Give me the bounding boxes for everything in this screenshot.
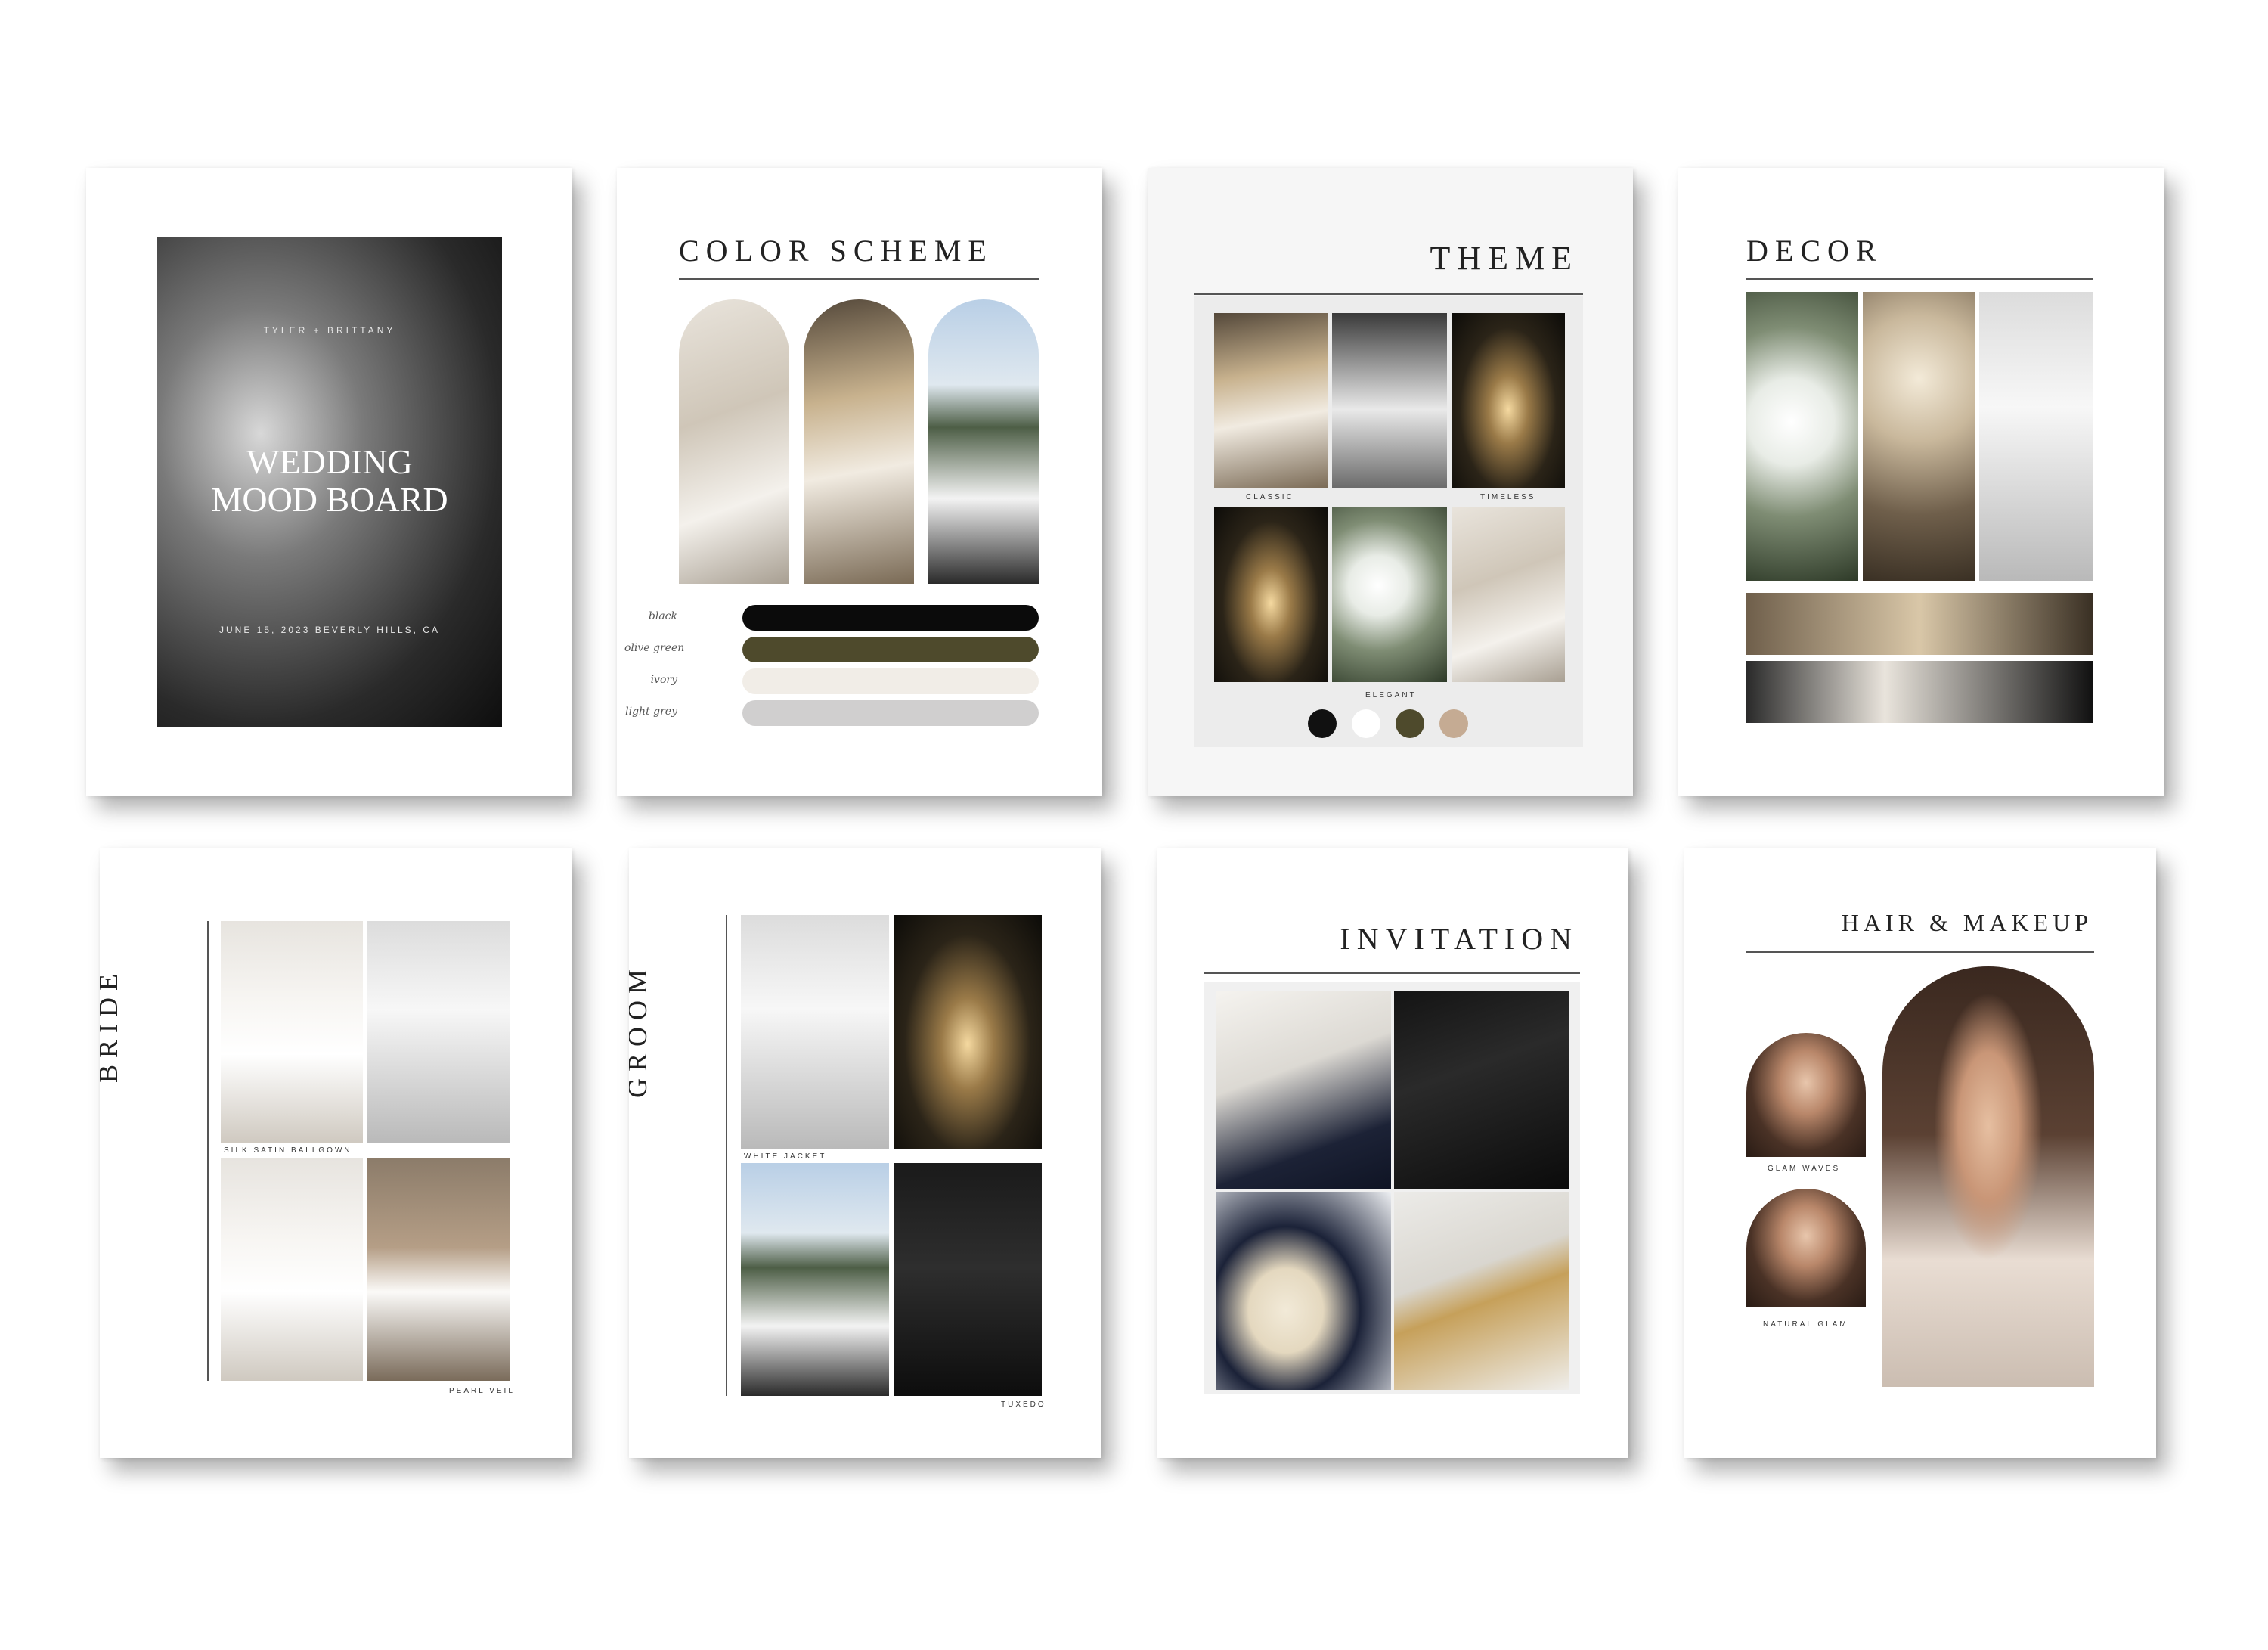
theme-dot-taupe <box>1439 709 1468 738</box>
swatch-bar-black <box>742 605 1039 631</box>
theme-photo-couple-doorway <box>1332 313 1447 488</box>
arch-photo-couple <box>679 299 789 584</box>
hair-caption-glam-waves: GLAM WAVES <box>1768 1165 1841 1173</box>
decor-rule <box>1746 278 2093 280</box>
hair-makeup-rule <box>1746 951 2094 953</box>
bride-photo-veil-front <box>221 1158 363 1381</box>
groom-photo-tuxedo <box>894 1163 1042 1396</box>
cover-title-line2: MOOD BOARD <box>211 480 448 519</box>
cover-couple-names: TYLER + BRITTANY <box>263 325 396 336</box>
groom-vrule <box>726 915 727 1396</box>
swatch-label-light-grey: light grey <box>625 706 677 718</box>
decor-photo-place-setting <box>1979 292 2093 581</box>
bride-title: BRIDE <box>100 967 123 1083</box>
theme-caption-classic: CLASSIC <box>1246 493 1294 501</box>
cover-photo: TYLER + BRITTANY WEDDING MOOD BOARD JUNE… <box>157 237 502 727</box>
decor-page: DECOR <box>1678 168 2164 796</box>
hair-makeup-title: HAIR & MAKEUP <box>1841 909 2093 936</box>
bride-caption-pearl-veil: PEARL VEIL <box>449 1387 515 1395</box>
theme-dot-olive <box>1396 709 1424 738</box>
decor-photo-table-numbers <box>1746 661 2093 723</box>
bride-page: BRIDE SILK SATIN BALLGOWN PEARL VEIL <box>100 848 572 1458</box>
theme-title: THEME <box>1430 240 1579 277</box>
hair-makeup-page: HAIR & MAKEUP GLAM WAVES NATURAL GLAM <box>1684 848 2156 1458</box>
theme-dot-black <box>1308 709 1337 738</box>
hair-caption-natural-glam: NATURAL GLAM <box>1763 1320 1848 1329</box>
groom-caption-tuxedo: TUXEDO <box>1001 1400 1046 1409</box>
bride-photo-field-gown <box>367 1158 510 1381</box>
decor-title: DECOR <box>1746 234 1883 268</box>
theme-photo-mansion-night <box>1452 313 1565 488</box>
bride-caption-ballgown: SILK SATIN BALLGOWN <box>224 1146 352 1155</box>
theme-caption-elegant: ELEGANT <box>1365 691 1417 699</box>
theme-photo-table-florals <box>1332 507 1447 682</box>
invitation-photo-wax-seal <box>1394 1192 1569 1390</box>
cover-date-location: JUNE 15, 2023 BEVERLY HILLS, CA <box>219 625 440 635</box>
groom-page: GROOM WHITE JACKET TUXEDO <box>629 848 1101 1458</box>
theme-photo-couple-sign <box>1452 507 1565 682</box>
groom-photo-white-jacket <box>741 915 889 1149</box>
theme-dot-white <box>1352 709 1380 738</box>
invitation-title: INVITATION <box>1340 922 1579 956</box>
makeup-photo-portrait <box>1882 966 2094 1387</box>
arch-photo-champagne-tower <box>804 299 914 584</box>
bride-vrule <box>207 921 209 1381</box>
swatch-label-ivory: ivory <box>650 674 677 686</box>
invitation-photo-black-suite <box>1394 991 1569 1189</box>
invitation-photo-arch-details <box>1216 1192 1391 1390</box>
theme-photo-dance-floor <box>1214 507 1328 682</box>
decor-photo-floral-arch <box>1746 292 1858 581</box>
bride-photo-ballgown <box>221 921 363 1143</box>
hair-photo-natural-glam <box>1746 1189 1866 1307</box>
theme-caption-timeless: TIMELESS <box>1480 493 1536 501</box>
swatch-bar-light-grey <box>742 700 1039 726</box>
invitation-page: INVITATION <box>1157 848 1628 1458</box>
cover-title-line1: WEDDING <box>246 442 413 481</box>
cover-page: TYLER + BRITTANY WEDDING MOOD BOARD JUNE… <box>86 168 572 796</box>
invitation-rule <box>1204 972 1580 974</box>
decor-photo-string-lights <box>1863 292 1975 581</box>
swatch-bar-ivory <box>742 668 1039 694</box>
groom-photo-groomsmen-lawn <box>741 1163 889 1396</box>
groom-title: GROOM <box>629 962 652 1098</box>
theme-rule <box>1194 293 1583 295</box>
swatch-label-olive: olive green <box>624 642 685 654</box>
arch-photo-checkered-venue <box>928 299 1039 584</box>
groom-photo-sparklers <box>894 915 1042 1149</box>
cover-title: WEDDING MOOD BOARD <box>157 443 502 519</box>
color-scheme-rule <box>679 278 1039 280</box>
hair-photo-glam-waves <box>1746 1033 1866 1157</box>
bride-photo-veil-back <box>367 921 510 1143</box>
theme-photo-ballroom <box>1214 313 1328 488</box>
color-scheme-page: COLOR SCHEME black olive green ivory lig… <box>617 168 1102 796</box>
decor-photo-glass-wall <box>1746 593 2093 655</box>
groom-caption-white-jacket: WHITE JACKET <box>744 1152 827 1161</box>
swatch-bar-olive <box>742 637 1039 662</box>
theme-page: THEME CLASSIC TIMELESS ELEGANT <box>1148 168 1633 796</box>
swatch-label-black: black <box>648 610 677 622</box>
invitation-photo-monogram <box>1216 991 1391 1189</box>
color-scheme-title: COLOR SCHEME <box>679 234 993 268</box>
